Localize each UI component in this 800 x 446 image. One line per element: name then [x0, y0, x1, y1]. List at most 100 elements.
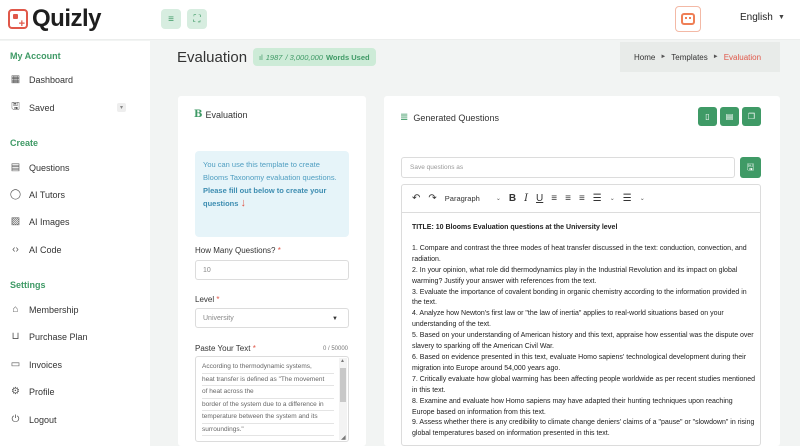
- scroll-up-icon[interactable]: ▲: [340, 358, 345, 364]
- sidebar-item-label: Questions: [29, 162, 70, 173]
- info-text: You can use this template to create Bloo…: [203, 160, 337, 182]
- building-icon: ⌂: [12, 304, 19, 315]
- numbered-list-icon[interactable]: ☰: [623, 193, 632, 204]
- save-name-input[interactable]: Save questions as: [401, 157, 735, 178]
- ai-assistant-button[interactable]: [675, 6, 701, 32]
- chevron-down-icon[interactable]: ⌄: [610, 195, 615, 202]
- text-line: temperature between the system and its: [202, 411, 334, 424]
- export-text-button[interactable]: ▤: [720, 107, 739, 126]
- bloom-b-icon: B: [194, 109, 203, 120]
- bar-chart-icon: ıl: [259, 52, 263, 62]
- chat-icon: ◯: [9, 189, 22, 200]
- text-line: heat transfer is defined as "The movemen…: [202, 374, 334, 386]
- arrow-down-icon: ↓: [240, 197, 247, 209]
- sidebar-item-label: AI Code: [29, 244, 62, 255]
- document-icon: ▤: [10, 162, 21, 173]
- file-text-icon: ▤: [725, 112, 734, 121]
- sidebar-item-logout[interactable]: ⏻ Logout: [10, 414, 140, 425]
- rich-text-editor[interactable]: ↶ ↷ Paragraph ⌄ B I U ≡ ≡ ≡ ☰ ⌄ ☰ ⌄ TITLE…: [401, 184, 761, 446]
- paragraph-select[interactable]: Paragraph ⌄: [445, 194, 501, 203]
- text-line: surroundings.": [202, 424, 334, 436]
- num-questions-value: 10: [203, 266, 211, 274]
- menu-toggle-button[interactable]: ≡: [161, 9, 181, 29]
- italic-icon[interactable]: I: [524, 193, 528, 204]
- top-bar: Quizly ≡ ⛶ English ▼: [0, 0, 800, 40]
- sidebar-item-questions[interactable]: ▤ Questions: [10, 162, 140, 173]
- words-used-count: 1987: [265, 52, 283, 62]
- align-left-icon[interactable]: ≡: [551, 193, 557, 204]
- sidebar-item-label: Saved: [29, 102, 55, 113]
- text-line: According to thermodynamic systems,: [202, 361, 334, 374]
- question-item: 2. In your opinion, what role did thermo…: [412, 266, 738, 285]
- form-title-text: Evaluation: [205, 109, 248, 120]
- sidebar-item-membership[interactable]: ⌂ Membership: [10, 304, 140, 315]
- breadcrumb: Home ► Templates ► Evaluation: [620, 42, 780, 72]
- paragraph-label: Paragraph: [444, 194, 480, 203]
- power-icon: ⏻: [11, 414, 20, 425]
- align-right-icon[interactable]: ≡: [579, 193, 585, 204]
- question-item: 5. Based on your understanding of Americ…: [412, 332, 754, 351]
- logo[interactable]: Quizly: [8, 5, 102, 33]
- chevron-right-icon: ►: [660, 54, 667, 60]
- logo-text: Quizly: [32, 5, 102, 32]
- logo-icon: [8, 9, 28, 30]
- question-item: 4. Analyze how Newton's first law or "th…: [412, 310, 724, 329]
- redo-icon[interactable]: ↷: [428, 193, 436, 204]
- sidebar-item-label: Invoices: [29, 359, 63, 370]
- code-icon: ‹›: [12, 244, 19, 255]
- char-counter: 0 / 50000: [323, 346, 349, 352]
- form-title: B Evaluation: [194, 109, 247, 120]
- file-icon: ▯: [705, 112, 710, 121]
- chevron-down-icon: ⌄: [495, 196, 501, 202]
- chevron-right-icon: ►: [712, 54, 719, 60]
- breadcrumb-home[interactable]: Home: [634, 53, 655, 62]
- sidebar-item-label: Dashboard: [29, 74, 74, 85]
- text-line: of heat across the: [202, 386, 334, 399]
- underline-icon[interactable]: U: [536, 193, 543, 204]
- text-line: border of the system due to a difference…: [202, 399, 334, 411]
- sidebar-item-label: AI Tutors: [29, 189, 66, 200]
- words-used-badge: ıl 1987 / 3,000,000 Words Used: [253, 48, 376, 66]
- sidebar-item-profile[interactable]: ⚙ Profile: [10, 386, 140, 397]
- textarea-scrollbar[interactable]: ▲: [339, 358, 347, 440]
- save-button[interactable]: 🖫: [740, 157, 761, 178]
- scrollbar-thumb[interactable]: [340, 368, 346, 402]
- bullet-list-icon[interactable]: ☰: [593, 193, 602, 204]
- num-questions-label: How Many Questions? *: [195, 246, 281, 255]
- editor-content[interactable]: TITLE: 10 Blooms Evaluation questions at…: [412, 223, 757, 440]
- align-center-icon[interactable]: ≡: [565, 193, 571, 204]
- sidebar-item-ai-code[interactable]: ‹› AI Code: [10, 244, 140, 255]
- sidebar-item-invoices[interactable]: ▭ Invoices: [10, 359, 140, 370]
- paste-text-area[interactable]: According to thermodynamic systems, heat…: [195, 356, 349, 442]
- sidebar-item-purchase-plan[interactable]: ⊔ Purchase Plan: [10, 331, 140, 342]
- sidebar-item-dashboard[interactable]: ▦ Dashboard: [10, 74, 140, 85]
- sidebar-section-title: Create: [10, 138, 39, 148]
- resize-handle-icon[interactable]: ◢: [341, 434, 346, 441]
- gear-icon: ⚙: [11, 386, 20, 397]
- cart-icon: ⊔: [11, 331, 20, 342]
- level-select[interactable]: University ▼: [195, 308, 349, 328]
- level-label: Level *: [195, 295, 220, 304]
- fullscreen-button[interactable]: ⛶: [187, 9, 207, 29]
- chevron-down-icon[interactable]: ⌄: [640, 195, 645, 202]
- sidebar-item-ai-tutors[interactable]: ◯ AI Tutors: [10, 189, 140, 200]
- breadcrumb-templates[interactable]: Templates: [671, 53, 707, 62]
- expand-icon[interactable]: ▾: [117, 103, 126, 112]
- question-item: 1. Compare and contrast the three modes …: [412, 244, 747, 263]
- invoice-icon: ▭: [10, 359, 21, 370]
- num-questions-input[interactable]: 10: [195, 260, 349, 280]
- list-icon: ≣: [400, 112, 409, 123]
- sidebar-item-label: AI Images: [29, 216, 70, 227]
- sidebar-item-label: Membership: [29, 304, 79, 315]
- caret-down-icon: ▼: [332, 316, 338, 322]
- export-doc-button[interactable]: ▯: [698, 107, 717, 126]
- chevron-down-icon[interactable]: ▼: [778, 14, 785, 21]
- undo-icon[interactable]: ↶: [412, 193, 420, 204]
- sidebar-item-ai-images[interactable]: ▨ AI Images: [10, 216, 140, 227]
- sidebar-item-label: Purchase Plan: [29, 331, 88, 342]
- output-title: ≣ Generated Questions: [400, 112, 499, 123]
- language-selector[interactable]: English: [740, 12, 773, 23]
- bold-icon[interactable]: B: [509, 193, 516, 204]
- copy-button[interactable]: ❐: [742, 107, 761, 126]
- grid-icon: ▦: [10, 74, 21, 85]
